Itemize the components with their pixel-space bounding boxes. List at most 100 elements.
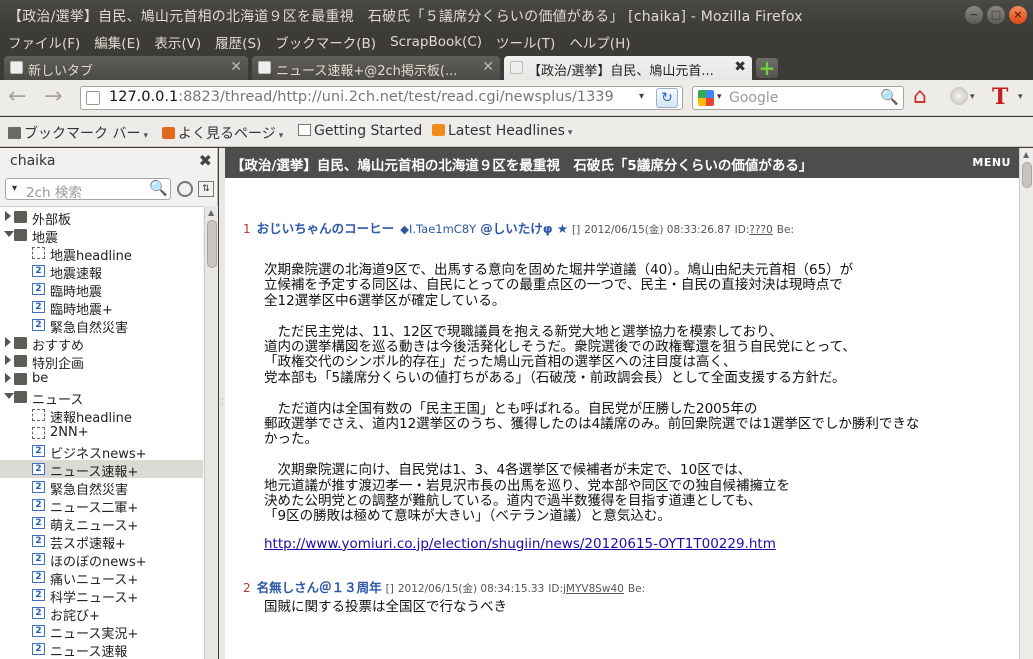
response-body-line: 「政権交代のシンボル的存在」だった鳩山元首相の選挙区への注目度は高く、 <box>264 354 737 371</box>
tree-folder[interactable]: 外部板 <box>0 208 203 228</box>
tree-folder[interactable]: 地震 <box>0 226 203 246</box>
close-window-button[interactable]: × <box>1009 6 1027 24</box>
search-placeholder[interactable]: 2ch 検索 <box>26 181 82 201</box>
most-visited-folder[interactable]: よく見るページ ▾ <box>162 123 283 143</box>
chevron-down-icon: ▾ <box>567 128 573 138</box>
search-placeholder[interactable]: Google <box>729 90 778 106</box>
translate-dropdown-icon[interactable]: ▾ <box>1018 92 1023 102</box>
menu-history[interactable]: 履歴(S) <box>215 32 261 52</box>
tree-board-item[interactable]: 2 緊急自然災害 <box>0 478 203 498</box>
menu-help[interactable]: ヘルプ(H) <box>569 32 630 52</box>
close-sidebar-icon[interactable]: ✖ <box>199 151 212 170</box>
minimize-button[interactable]: − <box>965 6 983 24</box>
menu-view[interactable]: 表示(V) <box>154 32 201 52</box>
back-button[interactable]: ← <box>8 86 26 108</box>
tree-board-item[interactable]: 2 臨時地震 <box>0 280 203 300</box>
search-dropdown-icon[interactable]: ▾ <box>12 183 17 194</box>
article-link[interactable]: http://www.yomiuri.co.jp/election/shugii… <box>264 536 776 552</box>
tab-new-tab[interactable]: 新しいタブ ✕ <box>4 56 248 80</box>
scroll-up-icon[interactable]: ▲ <box>208 208 214 217</box>
expanded-arrow-icon[interactable] <box>4 231 14 237</box>
menu-scrapbook[interactable]: ScrapBook(C) <box>390 34 482 50</box>
new-tab-button[interactable]: + <box>756 58 778 78</box>
tree-board-item[interactable]: 2 ニュース実況+ <box>0 622 203 642</box>
maximize-button[interactable]: □ <box>987 6 1005 24</box>
sort-icon[interactable]: ⇅ <box>198 181 214 197</box>
forward-button[interactable]: → <box>44 86 62 108</box>
latest-headlines-folder[interactable]: Latest Headlines ▾ <box>432 123 572 139</box>
tree-board-item[interactable]: 2 ビジネスnews+ <box>0 442 203 462</box>
tab-thread[interactable]: 【政治/選挙】自民、鳩山元首... ✖ <box>504 56 752 80</box>
board-icon: 2 <box>32 607 45 619</box>
bookmark-bar-folder[interactable]: ブックマーク バー ▾ <box>8 123 148 143</box>
search-box[interactable]: ▾ Google 🔍 <box>692 86 904 110</box>
google-engine-icon[interactable] <box>698 90 714 106</box>
site-identity-icon[interactable] <box>86 91 100 105</box>
tree-board-item[interactable]: 2NN+ <box>0 424 203 442</box>
scroll-up-icon[interactable]: ▲ <box>1023 150 1029 159</box>
folder-icon <box>8 127 21 139</box>
scrollbar-thumb[interactable] <box>1022 162 1032 188</box>
tree-board-item[interactable]: 速報headline <box>0 406 203 426</box>
reload-button[interactable]: ↻ <box>656 88 678 108</box>
content-scrollbar[interactable]: ▲ <box>1019 148 1033 659</box>
url-text[interactable]: 127.0.0.1:8823/thread/http://uni.2ch.net… <box>109 89 629 105</box>
close-tab-icon[interactable]: ✕ <box>482 59 494 75</box>
search-icon[interactable]: 🔍 <box>149 179 168 197</box>
getting-started-bookmark[interactable]: Getting Started <box>298 123 422 139</box>
tree-board-item[interactable]: 2 ニュース速報+ <box>0 460 203 480</box>
translate-extension-icon[interactable]: T <box>992 84 1008 110</box>
menu-bookmarks[interactable]: ブックマーク(B) <box>275 32 376 52</box>
extension-dropdown-icon[interactable]: ▾ <box>970 92 975 102</box>
headline-icon <box>32 247 45 259</box>
tree-folder[interactable]: おすすめ <box>0 334 203 354</box>
tree-folder[interactable]: 特別企画 <box>0 352 203 372</box>
collapsed-arrow-icon[interactable] <box>5 373 11 383</box>
tree-board-item[interactable]: 2 臨時地震+ <box>0 298 203 318</box>
menu-edit[interactable]: 編集(E) <box>94 32 140 52</box>
tab-label: 【政治/選挙】自民、鳩山元首... <box>528 64 714 79</box>
tree-board-item[interactable]: 2 芸スポ速報+ <box>0 532 203 552</box>
board-tree[interactable]: 外部板 地震 地震headline 2 地震速報 2 臨時地震 2 臨時地震+ 2 緊急自然災害 おす… <box>0 206 203 659</box>
close-tab-icon[interactable]: ✕ <box>230 59 242 75</box>
collapsed-arrow-icon[interactable] <box>5 355 11 365</box>
tab-news-board[interactable]: ニュース速報+@2ch掲示板(... ✕ <box>252 56 500 80</box>
menu-file[interactable]: ファイル(F) <box>8 32 80 52</box>
sidebar-search-input[interactable]: ▾ 2ch 検索 🔍 <box>5 178 171 201</box>
url-dropdown-icon[interactable]: ▾ <box>639 91 644 102</box>
collapsed-arrow-icon[interactable] <box>5 337 11 347</box>
tree-board-item[interactable]: 2 ほのぼのnews+ <box>0 550 203 570</box>
sidebar-header: chaika ✖ <box>0 148 218 174</box>
headline-icon <box>32 409 45 421</box>
tree-scrollbar[interactable]: ▲ <box>204 206 218 659</box>
close-tab-icon[interactable]: ✖ <box>734 59 746 75</box>
response-number[interactable]: 2 <box>243 581 251 595</box>
tree-board-item[interactable]: 2 ニュース二軍+ <box>0 496 203 516</box>
response-number[interactable]: 1 <box>243 222 251 236</box>
search-icon[interactable]: 🔍 <box>880 88 899 106</box>
tree-board-item[interactable]: 2 ニュース速報 <box>0 640 203 659</box>
tree-folder[interactable]: ニュース <box>0 388 203 408</box>
tree-board-item[interactable]: 地震headline <box>0 244 203 264</box>
menu-tools[interactable]: ツール(T) <box>496 32 555 52</box>
tree-board-item[interactable]: 2 萌えニュース+ <box>0 514 203 534</box>
response-body-line: 郵政選挙でさえ、道内12選挙区のうち、獲得したのは4議席のみ。前回衆院選では1選… <box>264 416 920 432</box>
post-id-link[interactable]: jMYV8Sw40 <box>563 583 624 595</box>
expanded-arrow-icon[interactable] <box>4 393 14 399</box>
post-id-link[interactable]: ???0 <box>749 224 772 236</box>
page-icon <box>258 61 271 74</box>
scrollbar-thumb[interactable] <box>207 220 217 268</box>
engine-dropdown-icon[interactable]: ▾ <box>717 92 722 102</box>
thread-menu-button[interactable]: MENU <box>972 156 1011 169</box>
url-bar[interactable]: 127.0.0.1:8823/thread/http://uni.2ch.net… <box>80 86 683 110</box>
tree-board-item[interactable]: 2 科学ニュース+ <box>0 586 203 606</box>
history-icon[interactable] <box>177 181 193 197</box>
tree-board-item[interactable]: 2 お詫び+ <box>0 604 203 624</box>
tree-folder[interactable]: be <box>0 370 203 388</box>
collapsed-arrow-icon[interactable] <box>5 211 11 221</box>
tree-board-item[interactable]: 2 緊急自然災害 <box>0 316 203 336</box>
tree-board-item[interactable]: 2 地震速報 <box>0 262 203 282</box>
tree-board-item[interactable]: 2 痛いニュース+ <box>0 568 203 588</box>
home-icon[interactable]: ⌂ <box>913 85 927 109</box>
extension-icon[interactable] <box>950 87 968 105</box>
